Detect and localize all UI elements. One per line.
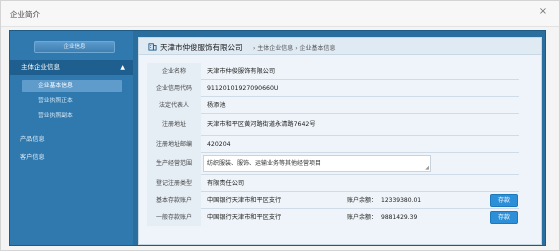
field-value: 91120101927090660U: [207, 85, 279, 92]
account-balance: 账户余额： 9881429.39: [347, 209, 417, 226]
field-row: 注册地址 天津市和平区黄河路街道永清路7642号: [147, 114, 519, 136]
field-value: 有限责任公司: [207, 180, 245, 187]
field-label: 注册地址: [147, 114, 201, 136]
account-bank: 中国银行天津市和平区支行: [207, 214, 282, 221]
field-value: 杨添池: [207, 102, 226, 109]
balance-label: 账户余额：: [347, 197, 378, 204]
breadcrumb-company[interactable]: 天津市仲俊服饰有限公司: [160, 42, 243, 53]
sidebar-item-customers[interactable]: 客户信息: [20, 152, 45, 161]
building-icon: [148, 43, 157, 51]
main-panel: 企业信息 主体企业信息 ▲ 企业基本信息 营业执照正本 营业执照副本 产品信息 …: [9, 30, 546, 246]
deposit-button[interactable]: 存款: [490, 194, 518, 207]
sidebar-group-main-info[interactable]: 主体企业信息 ▲: [10, 60, 133, 75]
balance-label: 账户余额：: [347, 214, 378, 221]
field-row: 企业名称 天津市仲俊服饰有限公司: [147, 63, 519, 80]
account-row: 基本存款账户 中国银行天津市和平区支行 账户余额： 12339380.01 存款: [147, 192, 519, 209]
business-scope-text: 纺织服装、服饰、运输业务等其他经营项目: [207, 160, 322, 167]
window: 企业简介 × 企业信息 主体企业信息 ▲ 企业基本信息 营业执照正本 营业执照副…: [0, 0, 560, 251]
field-label: 注册地址邮编: [147, 136, 201, 153]
field-row: 登记注册类型 有限责任公司: [147, 175, 519, 192]
field-row: 法定代表人 杨添池: [147, 97, 519, 114]
field-value: 天津市仲俊服饰有限公司: [207, 68, 276, 75]
field-row: 生产经营范围 纺织服装、服饰、运输业务等其他经营项目 ◢: [147, 153, 519, 175]
sidebar-group-label: 主体企业信息: [21, 63, 60, 71]
account-balance: 账户余额： 12339380.01: [347, 192, 421, 209]
field-value: 420204: [207, 141, 231, 148]
field-label: 生产经营范围: [147, 153, 201, 175]
window-title: 企业简介: [10, 10, 40, 19]
field-label: 登记注册类型: [147, 175, 201, 192]
sidebar-subitem-basic-info[interactable]: 企业基本信息: [22, 80, 122, 92]
field-label: 企业信用代码: [147, 80, 201, 97]
sidebar: 企业信息 主体企业信息 ▲ 企业基本信息 营业执照正本 营业执照副本 产品信息 …: [10, 31, 133, 245]
window-titlebar: 企业简介 ×: [1, 1, 559, 27]
field-value: 天津市和平区黄河路街道永清路7642号: [207, 121, 316, 128]
resize-handle-icon[interactable]: ◢: [425, 165, 429, 171]
deposit-button[interactable]: 存款: [490, 211, 518, 224]
field-row: 注册地址邮编 420204: [147, 136, 519, 153]
account-row: 一般存款账户 中国银行天津市和平区支行 账户余额： 9881429.39 存款: [147, 209, 519, 226]
account-label: 基本存款账户: [147, 192, 201, 209]
balance-value: 9881429.39: [381, 214, 418, 221]
breadcrumb-path: › 主体企业信息 › 企业基本信息: [253, 45, 336, 52]
close-icon[interactable]: ×: [537, 6, 549, 18]
field-label: 法定代表人: [147, 97, 201, 114]
balance-value: 12339380.01: [381, 197, 422, 204]
sidebar-header: 企业信息: [34, 41, 115, 53]
sidebar-item-products[interactable]: 产品信息: [20, 134, 45, 143]
business-scope-textarea[interactable]: 纺织服装、服饰、运输业务等其他经营项目 ◢: [203, 155, 431, 172]
content-panel: 天津市仲俊服饰有限公司 › 主体企业信息 › 企业基本信息 企业名称 天津市仲俊…: [138, 37, 542, 245]
field-label: 企业名称: [147, 63, 201, 80]
chevron-up-icon: ▲: [120, 64, 125, 71]
breadcrumb: 天津市仲俊服饰有限公司 › 主体企业信息 › 企业基本信息: [139, 38, 541, 55]
sidebar-subitem-license-copy[interactable]: 营业执照副本: [22, 110, 122, 122]
account-bank: 中国银行天津市和平区支行: [207, 197, 282, 204]
field-row: 企业信用代码 91120101927090660U: [147, 80, 519, 97]
sidebar-subitem-license-original[interactable]: 营业执照正本: [22, 95, 122, 107]
account-label: 一般存款账户: [147, 209, 201, 226]
